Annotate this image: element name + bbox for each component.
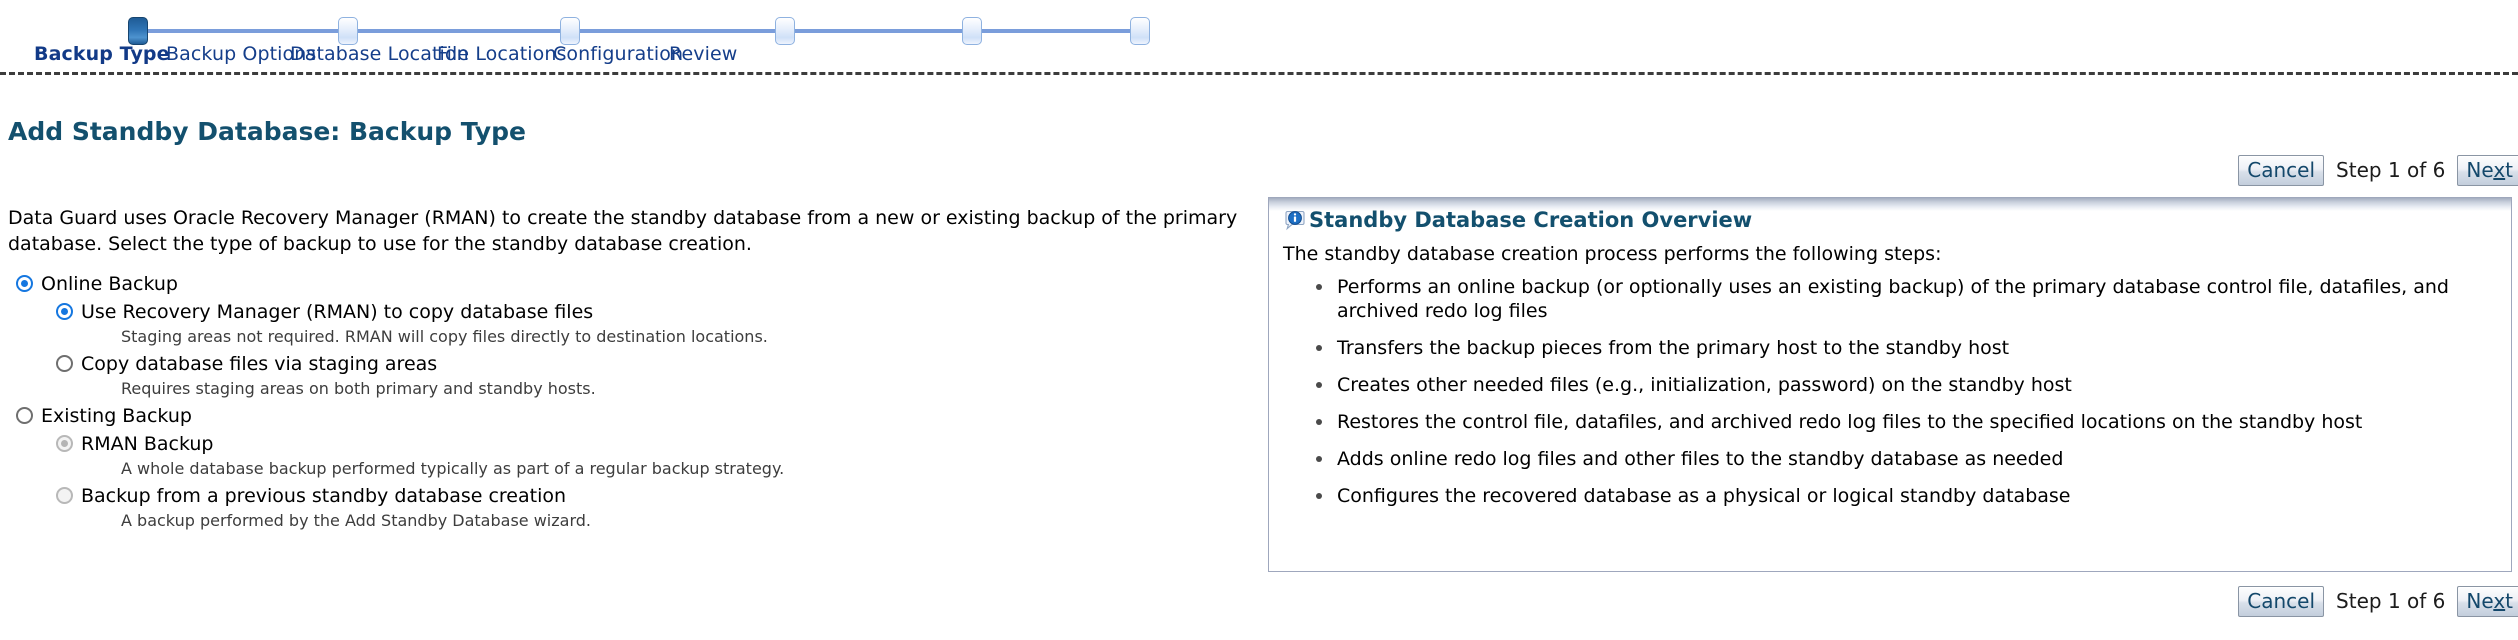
page-title: Add Standby Database: Backup Type	[8, 117, 527, 146]
train-node-2[interactable]	[560, 17, 580, 45]
radio-button-0[interactable]	[16, 275, 33, 292]
next-label-suffix-top: t	[2505, 157, 2513, 182]
step-indicator-bottom: Step 1 of 6	[2336, 589, 2446, 613]
next-label-accel-bottom: x	[2493, 588, 2506, 613]
step-indicator-top: Step 1 of 6	[2336, 158, 2446, 182]
radio-label-5[interactable]: Backup from a previous standby database …	[81, 484, 566, 508]
radio-button-4[interactable]	[56, 435, 73, 452]
intro-paragraph: Data Guard uses Oracle Recovery Manager …	[8, 207, 1238, 255]
next-label-accel-top: x	[2493, 157, 2506, 182]
panel-step-item: Transfers the backup pieces from the pri…	[1311, 336, 2501, 360]
train-node-3[interactable]	[775, 17, 795, 45]
radio-label-2[interactable]: Copy database files via staging areas	[81, 352, 437, 376]
next-button-bottom[interactable]: Next	[2457, 585, 2518, 617]
panel-step-item: Creates other needed files (e.g., initia…	[1311, 373, 2501, 397]
panel-lead-text: The standby database creation process pe…	[1283, 243, 1942, 265]
top-button-bar: Cancel Step 1 of 6 Next	[2238, 154, 2518, 186]
next-label-prefix-top: Ne	[2466, 157, 2494, 182]
train-divider	[0, 72, 2518, 75]
train-label-0[interactable]: Backup Type	[34, 43, 170, 65]
cancel-button-top[interactable]: Cancel	[2238, 154, 2325, 186]
train-node-0[interactable]	[128, 17, 148, 45]
radio-button-3[interactable]	[16, 407, 33, 424]
next-label-suffix-bottom: t	[2505, 588, 2513, 613]
wizard-train: Backup Type Backup Options Database Locati…	[0, 0, 2518, 72]
train-label-5[interactable]: Review	[669, 43, 737, 65]
info-icon	[1283, 208, 1307, 232]
radio-description-1: Staging areas not required. RMAN will co…	[121, 327, 768, 346]
radio-label-0[interactable]: Online Backup	[41, 272, 178, 296]
next-button-top[interactable]: Next	[2457, 154, 2518, 186]
train-node-1[interactable]	[338, 17, 358, 45]
radio-label-1[interactable]: Use Recovery Manager (RMAN) to copy data…	[81, 300, 593, 324]
radio-option-4[interactable]: RMAN Backup	[8, 432, 1238, 458]
radio-description-5: A backup performed by the Add Standby Da…	[121, 511, 591, 530]
radio-label-3[interactable]: Existing Backup	[41, 404, 192, 428]
radio-description-2: Requires staging areas on both primary a…	[121, 379, 596, 398]
radio-option-2[interactable]: Copy database files via staging areas	[8, 352, 1238, 378]
bottom-button-bar: Cancel Step 1 of 6 Next	[2238, 585, 2518, 617]
panel-title: Standby Database Creation Overview	[1309, 208, 1753, 232]
radio-label-4[interactable]: RMAN Backup	[81, 432, 214, 456]
panel-step-item: Configures the recovered database as a p…	[1311, 484, 2501, 508]
panel-step-list: Performs an online backup (or optionally…	[1311, 275, 2501, 521]
radio-description-4: A whole database backup performed typica…	[121, 459, 785, 478]
panel-step-item: Adds online redo log files and other fil…	[1311, 447, 2501, 471]
train-label-3[interactable]: File Locations	[437, 43, 567, 65]
radio-option-0[interactable]: Online Backup	[8, 272, 1238, 298]
panel-header: Standby Database Creation Overview	[1283, 208, 1752, 232]
radio-option-5[interactable]: Backup from a previous standby database …	[8, 484, 1238, 510]
panel-step-item: Performs an online backup (or optionally…	[1311, 275, 2501, 323]
panel-step-item: Restores the control file, datafiles, an…	[1311, 410, 2501, 434]
radio-option-1[interactable]: Use Recovery Manager (RMAN) to copy data…	[8, 300, 1238, 326]
train-node-4[interactable]	[962, 17, 982, 45]
next-label-prefix-bottom: Ne	[2466, 588, 2494, 613]
train-label-4[interactable]: Configuration	[553, 43, 683, 65]
radio-button-2[interactable]	[56, 355, 73, 372]
radio-button-1[interactable]	[56, 303, 73, 320]
backup-type-radio-group: Online Backup Use Recovery Manager (RMAN)…	[8, 272, 1238, 536]
radio-option-3[interactable]: Existing Backup	[8, 404, 1238, 430]
standby-overview-panel: Standby Database Creation Overview The s…	[1268, 197, 2512, 572]
train-node-5[interactable]	[1130, 17, 1150, 45]
cancel-button-bottom[interactable]: Cancel	[2238, 585, 2325, 617]
radio-button-5[interactable]	[56, 487, 73, 504]
